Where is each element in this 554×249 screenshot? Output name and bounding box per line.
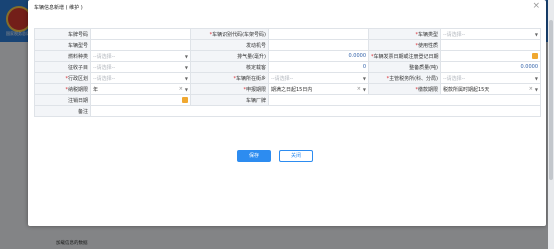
payment-deadline-label: *缴款期限	[368, 83, 441, 95]
chevron-down-icon: ▼	[534, 31, 538, 37]
vin-label-text: *车辆识别代码(车架号码)	[209, 31, 266, 38]
cancel-date-input[interactable]	[90, 94, 191, 106]
scrollbar[interactable]	[548, 0, 554, 249]
vehicle-type-value: --请选择--	[443, 31, 466, 38]
street-value: --请选择--	[271, 75, 294, 82]
filing-deadline-label: *申报期限	[190, 83, 269, 95]
tax-period-label: *纳税期限	[34, 83, 91, 95]
form-row: *行政区划 --请选择-- ▼ *车辆所在街乡 --请选择-- ▼ *主管税务所(科…	[34, 72, 541, 84]
required-marker: *	[415, 86, 418, 93]
tax-office-value: --请选择--	[443, 75, 466, 82]
form-row: 备注	[34, 105, 541, 117]
required-marker: *	[65, 86, 68, 93]
required-marker: *	[415, 42, 418, 49]
tax-period-select[interactable]: 年 × ▼	[90, 83, 191, 95]
street-select[interactable]: --请选择-- ▼	[268, 72, 369, 84]
required-marker: *	[371, 53, 374, 60]
cancel-date-label: 注销日期	[34, 94, 91, 106]
clear-icon[interactable]: ×	[529, 86, 533, 92]
required-marker: *	[233, 75, 236, 82]
street-label: *车辆所在街乡	[190, 72, 269, 84]
filing-deadline-value: 期满之日起15日内	[271, 86, 313, 93]
vin-input[interactable]	[268, 28, 369, 40]
seating-capacity-input[interactable]: 0	[268, 61, 369, 73]
invoice-date-input[interactable]	[440, 50, 541, 62]
vehicle-model-label: 车辆型号	[34, 39, 91, 51]
seating-capacity-label: 核定载客	[190, 61, 269, 73]
form-row: *纳税期限 年 × ▼ *申报期限 期满之日起15日内 × ▼ *缴款期限 税款所属时期…	[34, 83, 541, 95]
required-marker: *	[65, 75, 68, 82]
vin-label: *车辆识别代码(车架号码)	[190, 28, 269, 40]
clear-icon[interactable]: ×	[357, 86, 361, 92]
scrollbar-thumb[interactable]	[549, 20, 553, 180]
chevron-down-icon: ▼	[184, 64, 188, 70]
form-row: 征收子目 --请选择-- ▼ 核定载客 0 整备质量(吨) 0.0000	[34, 61, 541, 73]
curb-weight-input[interactable]: 0.0000	[440, 61, 541, 73]
admin-division-value: --请选择--	[93, 75, 116, 82]
remark-label: 备注	[34, 105, 91, 117]
required-marker: *	[209, 31, 213, 38]
displacement-label: 排气量(毫升)	[190, 50, 269, 62]
calendar-icon[interactable]	[532, 53, 538, 59]
levy-subitem-label: 征收子目	[34, 61, 91, 73]
levy-subitem-value: --请选择--	[93, 64, 116, 71]
usage-nature-input[interactable]	[440, 39, 541, 51]
brand-label: 车辆厂牌	[190, 94, 269, 106]
admin-division-label: *行政区划	[34, 72, 91, 84]
close-button[interactable]: 关闭	[279, 150, 313, 162]
chevron-down-icon: ▼	[184, 53, 188, 59]
chevron-down-icon: ▼	[184, 75, 188, 81]
plate-number-label: 车牌号码	[34, 28, 91, 40]
seating-capacity-value: 0	[362, 64, 366, 70]
vehicle-model-input[interactable]	[90, 39, 191, 51]
engine-number-label: 发动机号	[190, 39, 269, 51]
brand-input[interactable]	[268, 94, 541, 106]
close-icon[interactable]: ×	[532, 2, 540, 11]
admin-division-select[interactable]: --请选择-- ▼	[90, 72, 191, 84]
tax-office-select[interactable]: --请选择-- ▼	[440, 72, 541, 84]
payment-deadline-select[interactable]: 税款所属时期起15天 × ▼	[440, 83, 541, 95]
engine-number-input[interactable]	[268, 39, 369, 51]
vehicle-form: 车牌号码 *车辆识别代码(车架号码) *车辆类型 --请选择-- ▼ 车辆型号 发…	[34, 28, 541, 117]
remark-input[interactable]	[90, 105, 541, 117]
chevron-down-icon: ▼	[534, 75, 538, 81]
fuel-type-value: --请选择--	[93, 53, 116, 60]
filing-deadline-select[interactable]: 期满之日起15日内 × ▼	[268, 83, 369, 95]
chevron-down-icon: ▼	[362, 75, 366, 81]
vehicle-type-select[interactable]: --请选择-- ▼	[440, 28, 541, 40]
form-row: 注销日期 车辆厂牌	[34, 94, 541, 106]
curb-weight-value: 0.0000	[520, 64, 539, 70]
tax-office-label: *主管税务所(科、分局)	[368, 72, 441, 84]
required-marker: *	[243, 86, 246, 93]
form-row: 燃料种类 --请选择-- ▼ 排气量(毫升) 0.0000 *车辆发票日期或注册登…	[34, 50, 541, 62]
fuel-type-select[interactable]: --请选择-- ▼	[90, 50, 191, 62]
vehicle-type-label: *车辆类型	[368, 28, 441, 40]
chevron-down-icon: ▼	[184, 86, 188, 92]
required-marker: *	[386, 75, 390, 82]
calendar-icon[interactable]	[182, 97, 188, 103]
curb-weight-label: 整备质量(吨)	[368, 61, 441, 73]
displacement-input[interactable]: 0.0000	[268, 50, 369, 62]
chevron-down-icon: ▼	[362, 86, 366, 92]
plate-number-input[interactable]	[90, 28, 191, 40]
vehicle-info-dialog: 车辆信息新增 ( 维护 ) × 车牌号码 *车辆识别代码(车架号码) *车辆类型…	[28, 0, 546, 226]
form-row: 车辆型号 发动机号 *使用性质	[34, 39, 541, 51]
save-button[interactable]: 保存	[237, 150, 271, 162]
form-row: 车牌号码 *车辆识别代码(车架号码) *车辆类型 --请选择-- ▼	[34, 28, 541, 40]
required-marker: *	[415, 31, 418, 38]
chevron-down-icon: ▼	[534, 86, 538, 92]
payment-deadline-value: 税款所属时期起15天	[443, 86, 490, 93]
fuel-type-label: 燃料种类	[34, 50, 91, 62]
displacement-value: 0.0000	[348, 53, 367, 59]
invoice-date-label: *车辆发票日期或注册登记日期	[368, 50, 441, 62]
tax-period-value: 年	[93, 86, 99, 93]
dialog-title: 车辆信息新增 ( 维护 )	[34, 5, 83, 11]
usage-nature-label: *使用性质	[368, 39, 441, 51]
clear-icon[interactable]: ×	[179, 86, 183, 92]
levy-subitem-select[interactable]: --请选择-- ▼	[90, 61, 191, 73]
